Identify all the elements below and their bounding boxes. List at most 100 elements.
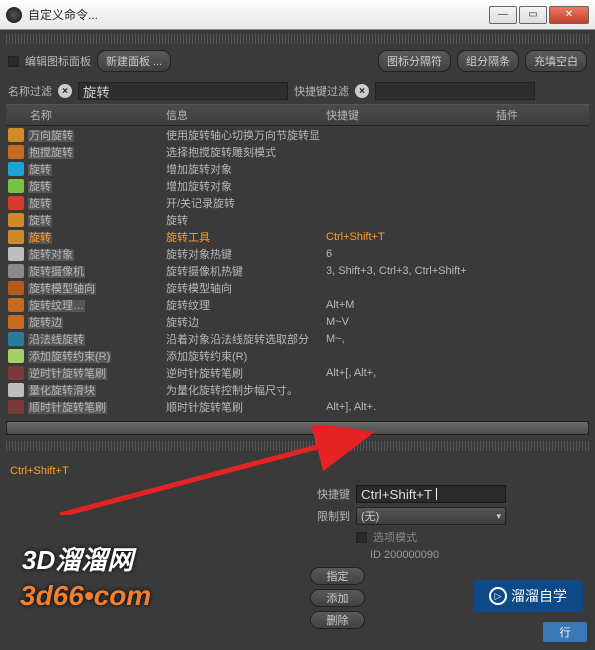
table-row[interactable]: 旋转对象旋转对象热键6 xyxy=(6,245,589,262)
restrict-select[interactable]: (无) xyxy=(356,507,506,525)
row-icon xyxy=(8,247,24,261)
row-icon xyxy=(8,128,24,142)
row-info: 旋转对象热键 xyxy=(166,246,326,262)
row-info: 旋转摄像机热键 xyxy=(166,263,326,279)
option-mode-label: 选项模式 xyxy=(373,529,417,545)
shortcut-input[interactable] xyxy=(356,485,506,503)
close-button[interactable]: ✕ xyxy=(549,6,589,24)
row-info: 增加旋转对象 xyxy=(166,161,326,177)
row-shortcut: 3, Shift+3, Ctrl+3, Ctrl+Shift+ xyxy=(326,265,496,277)
col-name[interactable]: 名称 xyxy=(6,107,166,123)
table-row[interactable]: 顺时针旋转笔刷顺时针旋转笔刷Alt+], Alt+. xyxy=(6,398,589,415)
shortcut-filter-label: 快捷键过滤 xyxy=(294,83,349,99)
row-info: 旋转纹理 xyxy=(166,297,326,313)
row-info: 增加旋转对象 xyxy=(166,178,326,194)
row-shortcut: M~V xyxy=(326,316,496,328)
row-info: 旋转 xyxy=(166,212,326,228)
row-icon xyxy=(8,230,24,244)
row-name: 顺时针旋转笔刷 xyxy=(28,399,166,415)
row-info: 沿着对象沿法线旋转选取部分 xyxy=(166,331,326,347)
row-icon xyxy=(8,349,24,363)
row-name: 沿法线旋转 xyxy=(28,331,166,347)
shortcut-filter-clear-icon[interactable]: × xyxy=(355,84,369,98)
row-shortcut: 6 xyxy=(326,248,496,260)
row-name: 旋转 xyxy=(28,178,166,194)
row-info: 选择抱搅旋转雕刻模式 xyxy=(166,144,326,160)
table-row[interactable]: 旋转增加旋转对象 xyxy=(6,160,589,177)
table-row[interactable]: 旋转模型轴向旋转模型轴向 xyxy=(6,279,589,296)
name-filter-clear-icon[interactable]: × xyxy=(58,84,72,98)
row-info: 逆时针旋转笔刷 xyxy=(166,365,326,381)
table-row[interactable]: 旋转摄像机旋转摄像机热键3, Shift+3, Ctrl+3, Ctrl+Shi… xyxy=(6,262,589,279)
col-plugin[interactable]: 插件 xyxy=(496,107,589,123)
run-button[interactable]: 行 xyxy=(543,622,587,642)
row-info: 旋转工具 xyxy=(166,229,326,245)
shortcut-filter-input[interactable] xyxy=(375,82,535,100)
row-name: 逆时针旋转笔刷 xyxy=(28,365,166,381)
table-row[interactable]: 添加旋转约束(R)添加旋转约束(R) xyxy=(6,347,589,364)
window-title: 自定义命令... xyxy=(28,6,489,23)
row-icon xyxy=(8,264,24,278)
icon-separator-button[interactable]: 图标分隔符 xyxy=(378,50,451,72)
row-shortcut: Ctrl+Shift+T xyxy=(326,231,496,243)
table-row[interactable]: 旋转开/关记录旋转 xyxy=(6,194,589,211)
gripper-icon[interactable] xyxy=(6,441,589,451)
h-scrollbar[interactable] xyxy=(6,421,589,435)
new-panel-button[interactable]: 新建面板 ... xyxy=(97,50,171,72)
fill-blank-button[interactable]: 充填空白 xyxy=(525,50,587,72)
row-icon xyxy=(8,315,24,329)
row-icon xyxy=(8,196,24,210)
edit-icon-panel-checkbox[interactable] xyxy=(8,56,19,67)
row-name: 旋转边 xyxy=(28,314,166,330)
row-name: 旋转 xyxy=(28,212,166,228)
row-name: 旋转对象 xyxy=(28,246,166,262)
row-icon xyxy=(8,145,24,159)
table-row[interactable]: 旋转边旋转边M~V xyxy=(6,313,589,330)
row-icon xyxy=(8,298,24,312)
table-row[interactable]: 旋转纹理…旋转纹理Alt+M xyxy=(6,296,589,313)
titlebar: 自定义命令... — ▭ ✕ xyxy=(0,0,595,30)
row-shortcut: M~, xyxy=(326,333,496,345)
row-shortcut: Alt+M xyxy=(326,299,496,311)
row-info: 旋转边 xyxy=(166,314,326,330)
maximize-button[interactable]: ▭ xyxy=(519,6,547,24)
table-row[interactable]: 逆时针旋转笔刷逆时针旋转笔刷Alt+[, Alt+, xyxy=(6,364,589,381)
row-shortcut: Alt+[, Alt+, xyxy=(326,367,496,379)
col-shortcut[interactable]: 快捷键 xyxy=(326,107,496,123)
row-name: 旋转 xyxy=(28,161,166,177)
row-name: 旋转 xyxy=(28,229,166,245)
table-row[interactable]: 旋转增加旋转对象 xyxy=(6,177,589,194)
row-info: 开/关记录旋转 xyxy=(166,195,326,211)
assign-button[interactable]: 指定 xyxy=(310,567,365,585)
col-info[interactable]: 信息 xyxy=(166,107,326,123)
gripper-icon[interactable] xyxy=(6,34,589,44)
table-row[interactable]: 量化旋转滑块为量化旋转控制步幅尺寸。 xyxy=(6,381,589,398)
detail-title: Ctrl+Shift+T xyxy=(10,465,585,477)
table-row[interactable]: 旋转旋转工具Ctrl+Shift+T xyxy=(6,228,589,245)
name-filter-input[interactable] xyxy=(78,82,288,100)
row-icon xyxy=(8,400,24,414)
command-list[interactable]: 万向旋转使用旋转轴心切换万向节旋转显抱搅旋转选择抱搅旋转雕刻模式旋转增加旋转对象… xyxy=(6,126,589,415)
delete-button[interactable]: 删除 xyxy=(310,611,365,629)
group-separator-button[interactable]: 组分隔条 xyxy=(457,50,519,72)
app-icon xyxy=(6,7,22,23)
table-row[interactable]: 旋转旋转 xyxy=(6,211,589,228)
row-name: 万向旋转 xyxy=(28,127,166,143)
option-mode-checkbox[interactable] xyxy=(356,532,367,543)
row-shortcut: Alt+], Alt+. xyxy=(326,401,496,413)
row-info: 使用旋转轴心切换万向节旋转显 xyxy=(166,127,326,143)
table-row[interactable]: 万向旋转使用旋转轴心切换万向节旋转显 xyxy=(6,126,589,143)
add-button[interactable]: 添加 xyxy=(310,589,365,607)
row-icon xyxy=(8,281,24,295)
row-name: 量化旋转滑块 xyxy=(28,382,166,398)
minimize-button[interactable]: — xyxy=(489,6,517,24)
row-name: 旋转摄像机 xyxy=(28,263,166,279)
table-row[interactable]: 沿法线旋转沿着对象沿法线旋转选取部分M~, xyxy=(6,330,589,347)
command-id: ID 200000090 xyxy=(370,549,585,561)
table-row[interactable]: 抱搅旋转选择抱搅旋转雕刻模式 xyxy=(6,143,589,160)
row-name: 旋转 xyxy=(28,195,166,211)
row-icon xyxy=(8,383,24,397)
row-icon xyxy=(8,332,24,346)
name-filter-label: 名称过滤 xyxy=(8,83,52,99)
restrict-label: 限制到 xyxy=(300,508,350,524)
